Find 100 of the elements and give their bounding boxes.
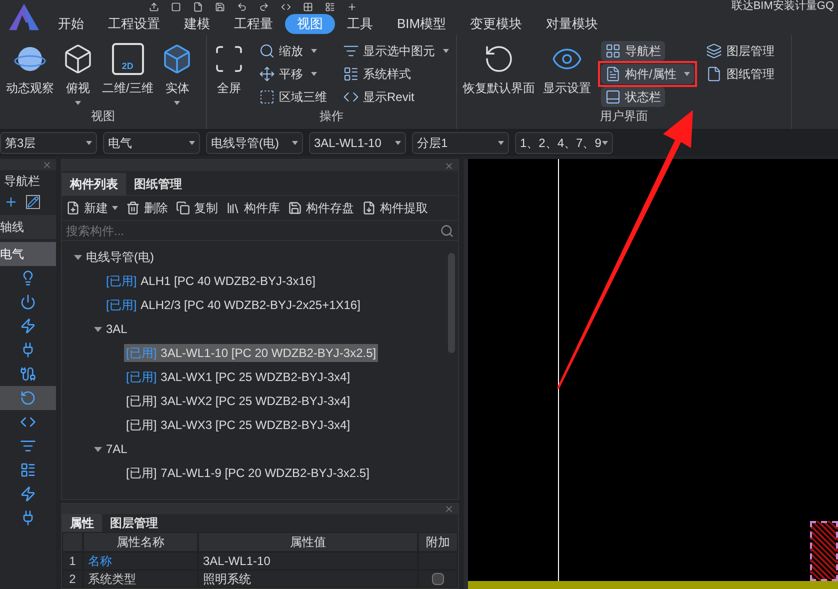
- tree-item[interactable]: [已用] 3AL-WX1 [PC 25 WDZB2-BYJ-3x4]: [124, 368, 352, 386]
- expand-caret-icon[interactable]: [94, 326, 102, 332]
- nav-category[interactable]: 轴线: [0, 215, 56, 239]
- reset-layout-icon: [483, 43, 515, 75]
- toolbar-icon[interactable]: [171, 2, 181, 12]
- component-name: ALH2/3 [PC 40 WDZB2-BYJ-2x25+1X16]: [140, 297, 360, 314]
- close-icon[interactable]: [444, 504, 454, 514]
- menu-tab[interactable]: 建模: [172, 14, 222, 34]
- close-icon[interactable]: [42, 160, 52, 170]
- grid-icon: [605, 43, 621, 59]
- ribbon-button[interactable]: 实体: [159, 39, 196, 107]
- toolbar-button[interactable]: 新建: [66, 199, 118, 217]
- toolbar-icon[interactable]: [281, 2, 291, 12]
- expand-caret-icon[interactable]: [74, 254, 82, 260]
- tree-item[interactable]: [已用] 3AL-WL1-10 [PC 20 WDZB2-BYJ-3x2.5]: [124, 344, 378, 362]
- toolbar-icon[interactable]: [193, 2, 203, 12]
- ribbon-small-button[interactable]: 区域三维: [255, 87, 331, 107]
- lightning-icon: [20, 486, 36, 502]
- ribbon-button[interactable]: 全屏: [211, 39, 247, 107]
- column-header: 附加: [418, 532, 458, 552]
- panel-icon: [605, 89, 621, 105]
- toolbar-icon[interactable]: [325, 2, 335, 12]
- window-title: 联达BIM安装计量GQ: [731, 0, 834, 13]
- selector-dropdown[interactable]: 电气: [103, 132, 200, 154]
- component-name: 3AL-WX2 [PC 25 WDZB2-BYJ-3x4]: [160, 393, 350, 410]
- nav-tool[interactable]: [0, 386, 56, 410]
- close-icon[interactable]: [444, 160, 454, 170]
- ribbon-small-button[interactable]: 图层管理: [702, 41, 778, 61]
- edit-icon[interactable]: [26, 195, 40, 209]
- tree-item[interactable]: [已用] ALH1 [PC 40 WDZB2-BYJ-3x16]: [104, 272, 318, 290]
- checkbox[interactable]: [432, 573, 444, 585]
- component-name: 7AL-WL1-9 [PC 20 WDZB2-BYJ-3x2.5]: [160, 465, 370, 482]
- ribbon-small-button[interactable]: 显示选中图元: [339, 41, 453, 61]
- group-label: 操作: [318, 108, 344, 125]
- ribbon-small-button[interactable]: 系统样式: [339, 64, 415, 84]
- tree-group[interactable]: 3AL: [106, 320, 128, 338]
- property-value[interactable]: 照明系统: [198, 570, 418, 588]
- menu-tab[interactable]: 工具: [335, 14, 385, 34]
- property-value[interactable]: 3AL-WL1-10: [198, 552, 418, 570]
- component-name: ALH1 [PC 40 WDZB2-BYJ-3x16]: [140, 273, 316, 290]
- toolbar-button[interactable]: 复制: [176, 199, 218, 217]
- ribbon-small-button[interactable]: 构件/属性: [601, 64, 694, 84]
- selector-dropdown[interactable]: 3AL-WL1-10: [309, 132, 406, 154]
- panel-title: 导航栏: [3, 173, 41, 190]
- library-icon: [226, 201, 240, 215]
- toolbar-icon[interactable]: [215, 2, 225, 12]
- caret-icon: [86, 141, 92, 145]
- ribbon-small-button[interactable]: 图纸管理: [702, 64, 778, 84]
- tree-item[interactable]: [已用] 7AL-WL1-9 [PC 20 WDZB2-BYJ-3x2.5]: [124, 464, 372, 482]
- ribbon-button[interactable]: 俯视: [60, 39, 96, 107]
- tree-item[interactable]: [已用] ALH2/3 [PC 40 WDZB2-BYJ-2x25+1X16]: [104, 296, 362, 314]
- menu-tab[interactable]: 对量模块: [534, 14, 610, 34]
- ribbon-button[interactable]: 显示设置: [541, 39, 593, 107]
- selector-dropdown[interactable]: 第3层: [0, 132, 97, 154]
- status-tag: [已用]: [126, 416, 157, 434]
- toolbar-button[interactable]: 构件库: [226, 199, 280, 217]
- add-icon[interactable]: [4, 195, 18, 209]
- ribbon-small-button[interactable]: 显示Revit: [339, 87, 418, 107]
- toolbar-button[interactable]: 删除: [126, 199, 168, 217]
- panel-tab[interactable]: 构件列表: [62, 173, 126, 195]
- ribbon-button[interactable]: 动态观察: [4, 39, 56, 107]
- panel-tab[interactable]: 图层管理: [102, 514, 166, 532]
- menu-tab[interactable]: BIM模型: [385, 14, 458, 34]
- tree-item[interactable]: [已用] 3AL-WX3 [PC 25 WDZB2-BYJ-3x4]: [124, 416, 352, 434]
- selector-dropdown[interactable]: 电线导管(电): [206, 132, 303, 154]
- ribbon-small-button[interactable]: 导航栏: [601, 41, 665, 61]
- group-label: 用户界面: [599, 108, 649, 125]
- menu-tab[interactable]: 变更模块: [458, 14, 534, 34]
- panel-tab[interactable]: 图纸管理: [126, 173, 190, 195]
- selector-dropdown[interactable]: 1、2、4、7、9: [515, 132, 613, 154]
- selector-dropdown[interactable]: 分层1: [412, 132, 509, 154]
- ribbon-small-button[interactable]: 缩放: [255, 41, 321, 61]
- expand-caret-icon[interactable]: [94, 446, 102, 452]
- scrollbar[interactable]: [448, 253, 455, 353]
- tree-group[interactable]: 7AL: [106, 440, 128, 458]
- tree-group[interactable]: 电线导管(电): [86, 248, 154, 266]
- ribbon-small-button[interactable]: 状态栏: [601, 87, 665, 107]
- panel-tab[interactable]: 属性: [62, 514, 102, 532]
- tree-item[interactable]: [已用] 3AL-WX2 [PC 25 WDZB2-BYJ-3x4]: [124, 392, 352, 410]
- nav-category[interactable]: 电气: [0, 242, 56, 266]
- search-icon[interactable]: [440, 224, 454, 238]
- toolbar-icon[interactable]: [237, 2, 247, 12]
- toolbar-button[interactable]: 构件存盘: [288, 199, 354, 217]
- ribbon-button[interactable]: 2D 二维/三维: [100, 39, 156, 107]
- toolbar-icon[interactable]: [303, 2, 313, 12]
- drawing-canvas[interactable]: [464, 159, 838, 589]
- toolbar-icon[interactable]: [347, 2, 357, 12]
- toolbar-button[interactable]: 构件提取: [362, 199, 428, 217]
- component-name: 3AL-WX1 [PC 25 WDZB2-BYJ-3x4]: [160, 369, 350, 386]
- group-label: 视图: [90, 108, 116, 125]
- toolbar-icon[interactable]: [149, 2, 159, 12]
- status-tag: [已用]: [106, 296, 137, 314]
- menu-tab[interactable]: 开始: [46, 14, 96, 34]
- ribbon-button[interactable]: 恢复默认界面: [461, 39, 537, 107]
- toolbar-icon[interactable]: [259, 2, 269, 12]
- caret-icon: [292, 141, 298, 145]
- menu-tab[interactable]: 工程量: [222, 14, 285, 34]
- new-file-icon: [66, 201, 80, 215]
- ribbon-small-button[interactable]: 平移: [255, 64, 321, 84]
- menu-tab[interactable]: 工程设置: [96, 14, 172, 34]
